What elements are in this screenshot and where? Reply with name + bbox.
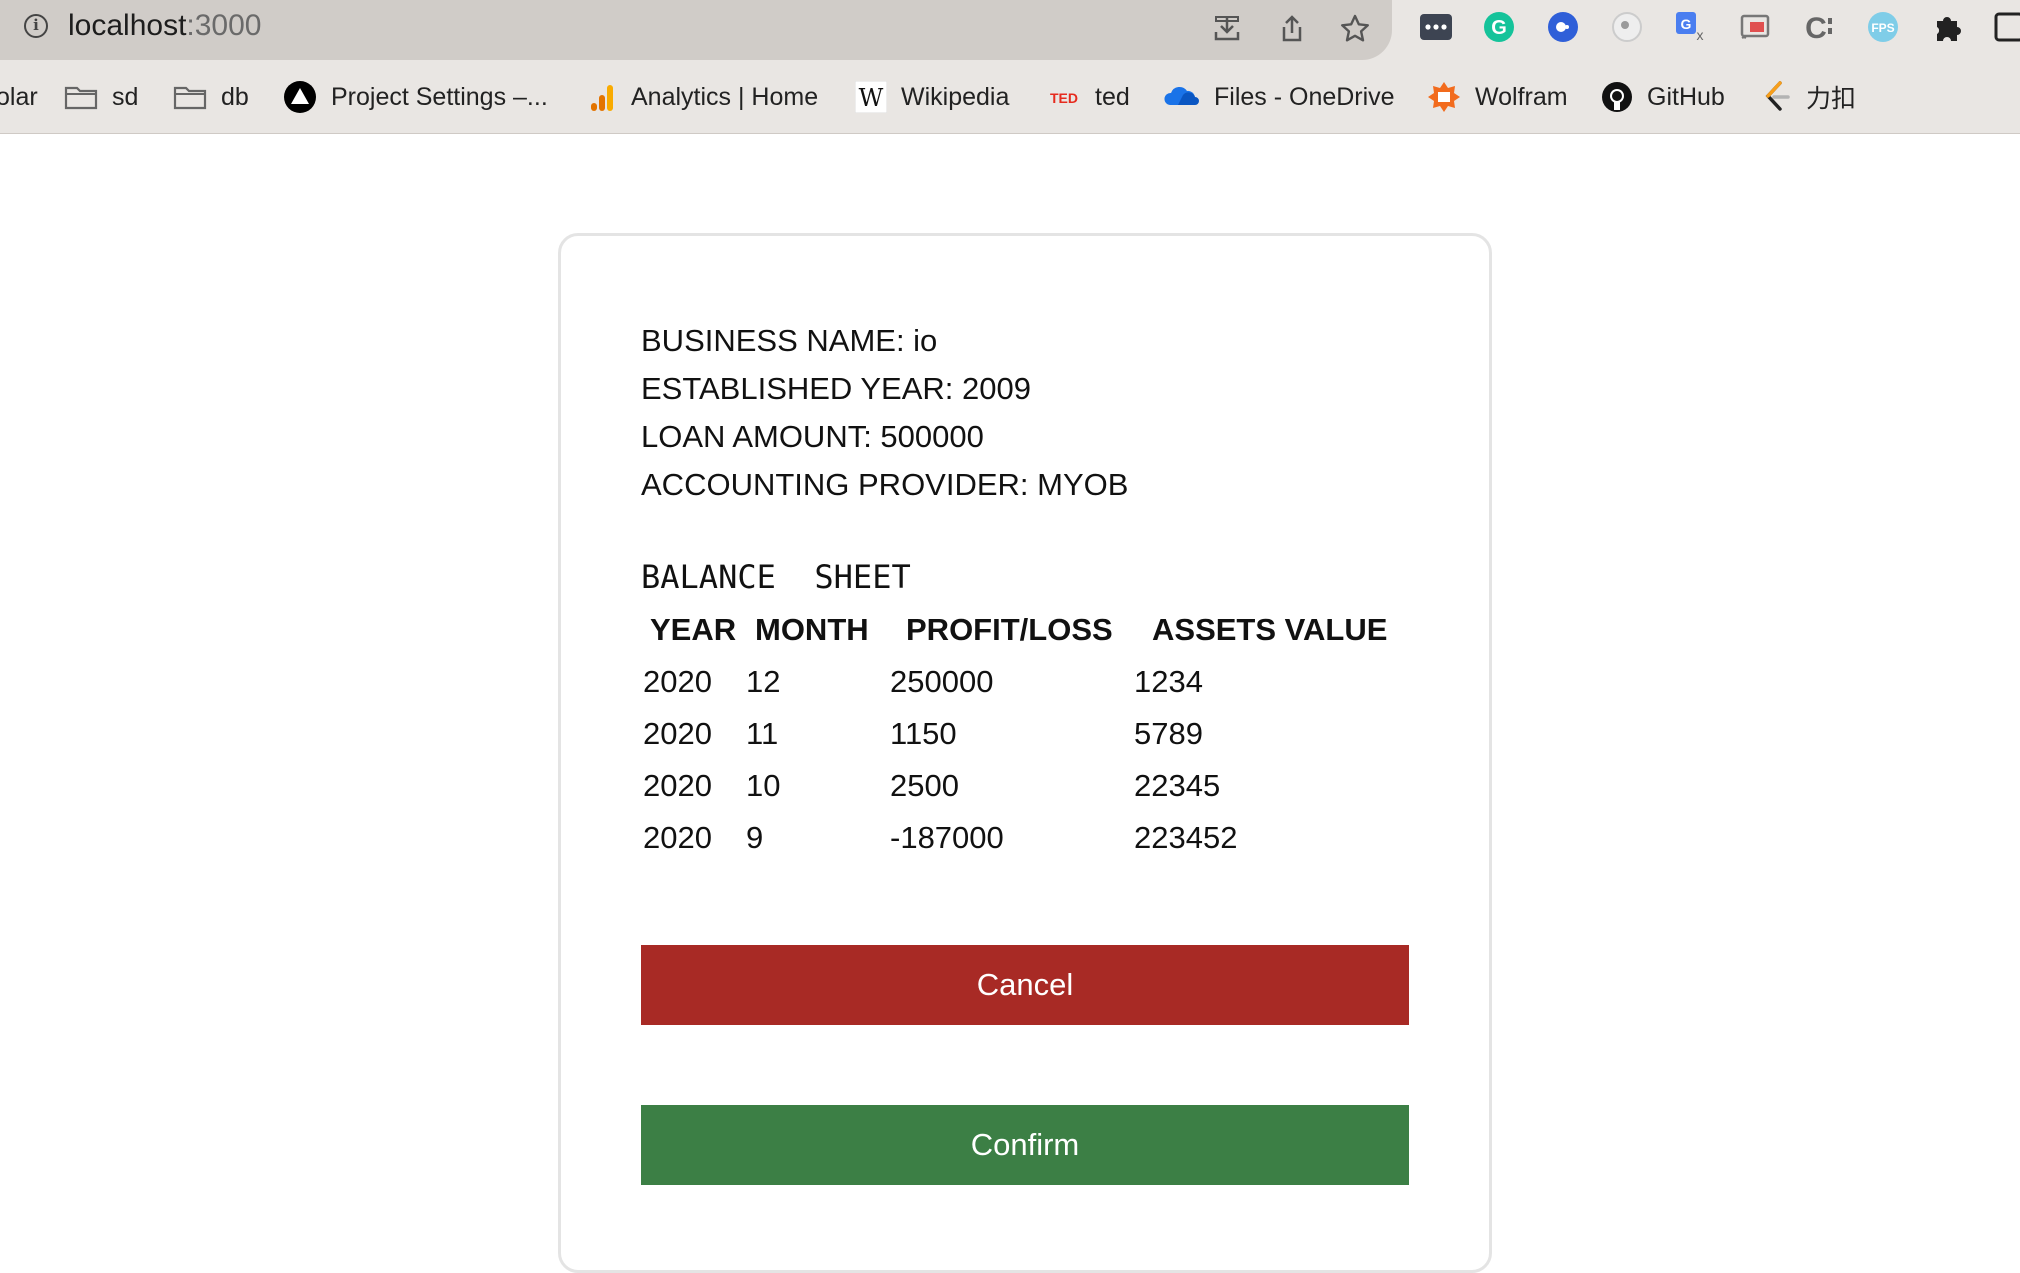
folder-icon [64, 84, 98, 110]
blue-circle-extension-icon[interactable] [1545, 9, 1581, 45]
cell-year: 2020 [643, 716, 712, 751]
wikipedia-icon: W [855, 81, 887, 113]
bookmark-label: ted [1095, 82, 1130, 111]
fps-extension-icon[interactable]: FPS [1865, 9, 1901, 45]
cell-assets-value: 223452 [1134, 820, 1238, 855]
svg-text:G: G [1681, 16, 1692, 32]
site-info-icon[interactable]: i [24, 14, 48, 38]
wolfram-icon [1427, 80, 1461, 114]
bookmark-label: db [221, 82, 249, 111]
ted-icon: TED [1047, 87, 1081, 107]
cell-month: 9 [746, 820, 764, 855]
cell-month: 10 [746, 768, 781, 803]
loan-amount-text: LOAN AMOUNT: 500000 [641, 419, 984, 454]
cell-assets-value: 5789 [1134, 716, 1203, 751]
bookmark-label: Files - OneDrive [1214, 82, 1395, 111]
cell-month: 12 [746, 664, 781, 699]
established-year-text: ESTABLISHED YEAR: 2009 [641, 371, 1031, 406]
bookmark-olar[interactable]: olar [0, 72, 38, 122]
install-app-icon[interactable] [1210, 12, 1244, 46]
bookmark-project-settings[interactable]: Project Settings –... [283, 72, 548, 122]
column-header-year: YEAR [650, 612, 737, 647]
cell-assets-value: 22345 [1134, 768, 1221, 803]
svg-text:C: C [1805, 12, 1827, 44]
wikipedia-logo-text: W [859, 84, 884, 112]
bookmark-label: Wolfram [1475, 82, 1568, 111]
grammarly-icon[interactable]: G [1481, 9, 1517, 45]
bookmark-label: sd [112, 82, 139, 111]
cell-profit-loss: 1150 [890, 716, 957, 751]
bookmark-leetcode[interactable]: 力扣 [1762, 72, 1856, 122]
share-icon[interactable] [1275, 12, 1309, 46]
eye-extension-icon[interactable] [1609, 9, 1645, 45]
browser-chrome: i localhost:3000 G Gx C FPS olar sd db P… [0, 0, 2020, 134]
bookmark-label: Analytics | Home [631, 82, 819, 111]
cell-month: 11 [746, 716, 779, 751]
side-panel-icon[interactable] [1992, 9, 2020, 45]
analytics-icon [587, 81, 617, 113]
fps-badge-text: FPS [1871, 21, 1894, 35]
url-host: localhost [68, 9, 187, 42]
bookmark-label: Project Settings –... [331, 82, 548, 111]
leetcode-icon [1762, 80, 1792, 114]
cell-profit-loss: -187000 [890, 820, 1004, 855]
bookmark-db[interactable]: db [173, 72, 249, 122]
bookmark-label: Wikipedia [901, 82, 1010, 111]
svg-text:x: x [1697, 27, 1704, 43]
folder-icon [173, 84, 207, 110]
bookmark-analytics[interactable]: Analytics | Home [587, 72, 818, 122]
column-header-assets-value: ASSETS VALUE [1152, 612, 1388, 647]
dots-extension-icon[interactable] [1418, 9, 1454, 45]
c-extension-icon[interactable]: C [1801, 9, 1837, 45]
google-translate-icon[interactable]: Gx [1673, 9, 1709, 45]
column-header-month: MONTH [755, 612, 869, 647]
bookmark-star-icon[interactable] [1338, 12, 1372, 46]
url-text[interactable]: localhost:3000 [68, 9, 261, 43]
bookmarks-bar: olar sd db Project Settings –... Analyti… [0, 72, 2020, 122]
onedrive-icon [1164, 85, 1200, 109]
address-bar[interactable]: i localhost:3000 [0, 0, 1392, 60]
bookmark-github[interactable]: GitHub [1601, 72, 1725, 122]
bookmark-ted[interactable]: TED ted [1047, 72, 1130, 122]
bookmark-onedrive[interactable]: Files - OneDrive [1164, 72, 1395, 122]
vercel-icon [283, 80, 317, 114]
url-port: :3000 [186, 9, 262, 42]
ted-logo-text: TED [1050, 90, 1078, 106]
confirm-button[interactable]: Confirm [641, 1105, 1409, 1185]
business-name-text: BUSINESS NAME: io [641, 323, 938, 358]
cell-year: 2020 [643, 768, 712, 803]
svg-text:G: G [1491, 17, 1507, 39]
cell-profit-loss: 250000 [890, 664, 994, 699]
bookmark-label: olar [0, 82, 38, 111]
bookmark-wikipedia[interactable]: W Wikipedia [855, 72, 1009, 122]
balance-sheet-title: BALANCE SHEET [641, 558, 911, 596]
bookmark-label: GitHub [1647, 82, 1725, 111]
github-icon [1601, 81, 1633, 113]
cast-extension-icon[interactable] [1737, 9, 1773, 45]
cell-year: 2020 [643, 820, 712, 855]
cancel-button[interactable]: Cancel [641, 945, 1409, 1025]
cell-assets-value: 1234 [1134, 664, 1203, 699]
bookmark-wolfram[interactable]: Wolfram [1427, 72, 1568, 122]
cell-year: 2020 [643, 664, 712, 699]
accounting-provider-text: ACCOUNTING PROVIDER: MYOB [641, 467, 1129, 502]
bookmark-sd[interactable]: sd [64, 72, 138, 122]
extensions-puzzle-icon[interactable] [1929, 9, 1965, 45]
cell-profit-loss: 2500 [890, 768, 959, 803]
bookmark-label: 力扣 [1806, 85, 1857, 113]
column-header-profit-loss: PROFIT/LOSS [906, 612, 1113, 647]
